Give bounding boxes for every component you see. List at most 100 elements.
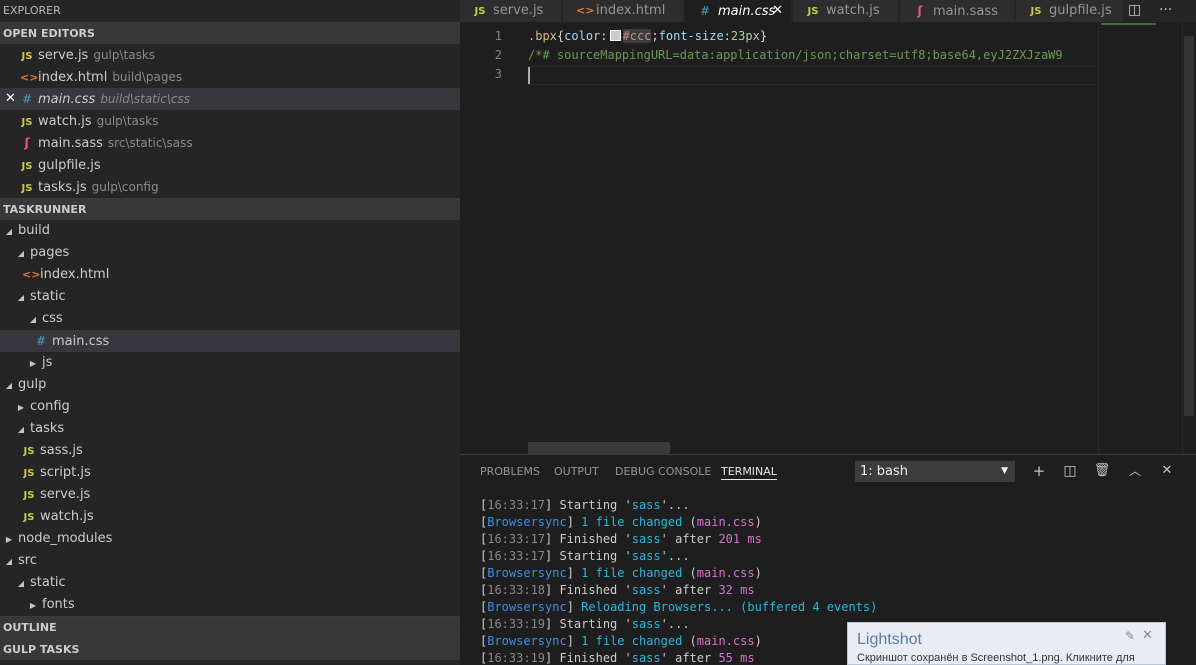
terminal-line: [16:33:19] Starting 'sass'...: [480, 617, 690, 631]
terminal-line: [Browsersync] 1 file changed (main.css): [480, 634, 762, 648]
chevron-down-icon: ◢: [29, 315, 37, 324]
open-editor-item[interactable]: <>index.html build\pages: [0, 66, 460, 88]
css-file-icon: #: [35, 334, 47, 348]
code-line-1: .bpx{color: #ccc;font-size:23px}: [528, 29, 768, 43]
maximize-panel-icon[interactable]: ︿: [1125, 461, 1145, 481]
javascript-file-icon: JS: [21, 117, 33, 128]
css-file-icon: #: [21, 92, 33, 106]
chevron-down-icon: ◢: [5, 381, 13, 390]
tab-terminal[interactable]: TERMINAL: [721, 464, 777, 480]
chevron-down-icon: ◢: [17, 249, 25, 258]
tab-output[interactable]: OUTPUT: [554, 464, 599, 480]
javascript-file-icon: JS: [23, 446, 35, 457]
terminal-select[interactable]: 1: bash ▼: [855, 461, 1015, 482]
close-icon[interactable]: ✕: [5, 88, 16, 110]
chevron-right-icon: ▶: [17, 403, 25, 412]
javascript-file-icon: JS: [474, 6, 486, 17]
terminal-line: [16:33:17] Finished 'sass' after 201 ms: [480, 532, 762, 546]
tab-main-css[interactable]: # main.css ✕: [685, 0, 792, 22]
javascript-file-icon: JS: [23, 490, 35, 501]
tree-folder[interactable]: ▶ node_modules: [0, 528, 460, 550]
notification-title: Lightshot: [857, 631, 922, 648]
tree-folder[interactable]: ◢ css: [0, 308, 460, 330]
terminal-line: [Browsersync] 1 file changed (main.css): [480, 566, 762, 580]
pin-icon[interactable]: ✎: [1125, 629, 1135, 643]
html-file-icon: <>: [22, 268, 41, 281]
notification-message: Скриншот сохранён в Screenshot_1.png. Кл…: [857, 652, 1135, 664]
tree-file[interactable]: JS serve.js: [0, 484, 460, 506]
javascript-file-icon: JS: [23, 512, 35, 523]
tree-folder[interactable]: ▶ config: [0, 396, 460, 418]
terminal-line: [16:33:17] Starting 'sass'...: [480, 498, 690, 512]
chevron-right-icon: ▶: [29, 601, 37, 610]
tree-file[interactable]: <>index.html: [0, 264, 460, 286]
open-editor-item[interactable]: ʃ main.sass src\static\sass: [0, 132, 460, 154]
trash-icon[interactable]: 🗑: [1092, 461, 1112, 481]
minimap[interactable]: [1098, 22, 1183, 454]
terminal-line: [16:33:18] Finished 'sass' after 32 ms: [480, 583, 755, 597]
tab-main-sass[interactable]: ʃ main.sass: [900, 0, 1015, 22]
horizontal-scroll-thumb[interactable]: [528, 442, 670, 454]
color-swatch[interactable]: [609, 30, 621, 41]
terminal-output[interactable]: [16:33:17] Starting 'sass'... [Browsersy…: [480, 497, 877, 665]
tab-index-html[interactable]: <> index.html: [563, 0, 684, 22]
html-file-icon: <>: [576, 4, 595, 17]
javascript-file-icon: JS: [21, 183, 33, 194]
split-terminal-icon[interactable]: ◫: [1060, 461, 1080, 481]
project-header[interactable]: TASKRUNNER: [0, 198, 460, 220]
javascript-file-icon: JS: [23, 468, 35, 479]
chevron-down-icon: ◢: [17, 579, 25, 588]
vertical-scrollbar[interactable]: [1182, 22, 1196, 454]
sass-file-icon: ʃ: [24, 136, 30, 150]
tree-folder[interactable]: ◢ tasks: [0, 418, 460, 440]
tree-folder[interactable]: ◢ static: [0, 572, 460, 594]
html-file-icon: <>: [20, 71, 39, 84]
javascript-file-icon: JS: [807, 6, 819, 17]
more-actions-icon[interactable]: ···: [1159, 0, 1172, 22]
css-file-icon: #: [699, 4, 711, 18]
chevron-down-icon: ◢: [17, 293, 25, 302]
open-editor-item[interactable]: JS tasks.js gulp\config: [0, 176, 460, 198]
lightshot-notification[interactable]: Lightshot ✎ ✕ Скриншот сохранён в Screen…: [847, 622, 1166, 665]
tree-file[interactable]: JS script.js: [0, 462, 460, 484]
tree-file[interactable]: JS watch.js: [0, 506, 460, 528]
tree-folder[interactable]: ◢ pages: [0, 242, 460, 264]
new-terminal-icon[interactable]: +: [1029, 461, 1049, 481]
javascript-file-icon: JS: [21, 51, 33, 62]
terminal-line: [16:33:19] Finished 'sass' after 55 ms: [480, 651, 755, 665]
close-icon[interactable]: ✕: [772, 0, 783, 22]
terminal-line: [Browsersync] 1 file changed (main.css): [480, 515, 762, 529]
close-panel-icon[interactable]: ✕: [1157, 461, 1177, 481]
open-editor-item-active[interactable]: ✕ # main.css build\static\css: [0, 88, 460, 110]
javascript-file-icon: JS: [21, 161, 33, 172]
chevron-down-icon: ▼: [1001, 466, 1008, 476]
sass-file-icon: ʃ: [917, 4, 923, 18]
tree-folder[interactable]: ◢ static: [0, 286, 460, 308]
tab-watch-js[interactable]: JS watch.js: [793, 0, 899, 22]
tab-problems[interactable]: PROBLEMS: [480, 464, 540, 480]
close-icon[interactable]: ✕: [1142, 628, 1153, 643]
open-editor-item[interactable]: JS gulpfile.js: [0, 154, 460, 176]
tree-folder[interactable]: ◢ gulp: [0, 374, 460, 396]
open-editor-item[interactable]: JS watch.js gulp\tasks: [0, 110, 460, 132]
chevron-down-icon: ◢: [5, 557, 13, 566]
outline-header[interactable]: OUTLINE: [0, 616, 460, 638]
tree-folder[interactable]: ◢ src: [0, 550, 460, 572]
tab-serve-js[interactable]: JS serve.js: [460, 0, 562, 22]
tree-folder[interactable]: ◢ build: [0, 220, 460, 242]
code-editor[interactable]: 1 2 3 .bpx{color: #ccc;font-size:23px} /*…: [460, 22, 1196, 454]
terminal-line: [Browsersync] Reloading Browsers... (buf…: [480, 600, 878, 614]
gulp-tasks-header[interactable]: GULP TASKS: [0, 638, 460, 660]
text-cursor: [528, 67, 530, 84]
open-editors-header[interactable]: OPEN EDITORS: [0, 22, 460, 44]
line-number: 2: [494, 48, 502, 62]
vertical-scroll-thumb[interactable]: [1184, 36, 1194, 416]
tree-file[interactable]: JS sass.js: [0, 440, 460, 462]
tab-gulpfile-js[interactable]: JS gulpfile.js: [1016, 0, 1124, 22]
tab-debug-console[interactable]: DEBUG CONSOLE: [615, 464, 711, 480]
tree-file-active[interactable]: # main.css: [0, 330, 460, 352]
open-editor-item[interactable]: JS serve.js gulp\tasks: [0, 44, 460, 66]
tree-folder[interactable]: ▶ js: [0, 352, 460, 374]
split-editor-icon[interactable]: ◫: [1128, 0, 1141, 22]
tree-folder[interactable]: ▶ fonts: [0, 594, 460, 616]
